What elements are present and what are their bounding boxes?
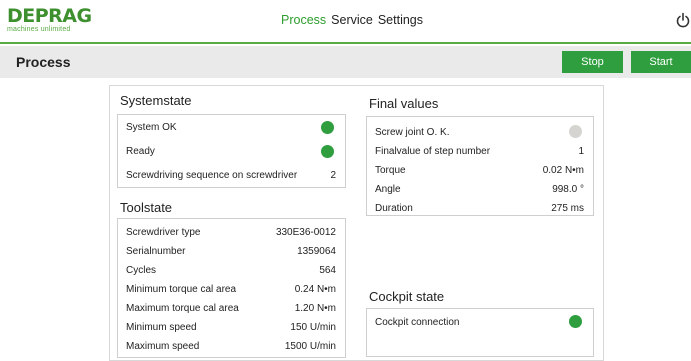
ready-status-led (321, 145, 334, 158)
final-values-row-value: 0.02 N•m (542, 165, 584, 176)
final-values-row-label: Duration (375, 203, 413, 214)
title-bar: Process Stop Start (0, 46, 691, 78)
toolstate-row-value: 330E36-0012 (275, 227, 336, 238)
logo-wordmark: DEPRAG (7, 5, 92, 27)
toolstate-box: Screwdriver type 330E36-0012 Serialnumbe… (117, 218, 346, 358)
toolstate-row-value: 0.24 N•m (294, 284, 336, 295)
stop-button[interactable]: Stop (562, 51, 623, 73)
toolstate-row-value: 1500 U/min (284, 341, 336, 352)
toolstate-row-label: Cycles (126, 265, 157, 276)
final-values-row-label: Angle (375, 184, 401, 195)
systemstate-title: Systemstate (120, 93, 192, 108)
toolstate-row-label: Maximum speed (126, 341, 200, 352)
toolstate-row-value: 564 (319, 265, 336, 276)
nav-process[interactable]: Process (281, 13, 326, 27)
systemstate-box: System OK Ready Screwdriving sequence on… (117, 114, 346, 188)
final-values-row-label: Torque (375, 165, 406, 176)
ready-label: Ready (126, 146, 155, 157)
power-icon[interactable] (676, 12, 690, 28)
toolstate-row-value: 1.20 N•m (294, 303, 336, 314)
final-values-row-value: 998.0 ° (552, 184, 584, 195)
final-values-title: Final values (369, 96, 439, 111)
cockpit-state-title: Cockpit state (369, 289, 445, 304)
cockpit-state-box: Cockpit connection (366, 308, 594, 357)
sequence-value: 2 (330, 170, 336, 181)
start-button[interactable]: Start (631, 51, 691, 73)
top-bar: DEPRAG machines unlimited Process Servic… (0, 0, 691, 44)
toolstate-row-label: Serialnumber (126, 246, 186, 257)
toolstate-row-label: Minimum speed (126, 322, 197, 333)
toolstate-row-label: Screwdriver type (126, 227, 201, 238)
final-values-row-label: Finalvalue of step number (375, 146, 491, 157)
toolstate-row-label: Maximum torque cal area (126, 303, 239, 314)
cockpit-connection-status-led (569, 315, 582, 328)
screw-joint-label: Screw joint O. K. (375, 127, 450, 138)
final-values-row-value: 1 (578, 146, 584, 157)
toolstate-row-value: 1359064 (297, 246, 336, 257)
final-values-row-value: 275 ms (551, 203, 584, 214)
system-ok-status-led (321, 121, 334, 134)
main-nav: Process Service Settings (281, 13, 423, 27)
system-ok-label: System OK (126, 122, 177, 133)
toolstate-row-label: Minimum torque cal area (126, 284, 237, 295)
nav-service[interactable]: Service (331, 13, 373, 27)
nav-settings[interactable]: Settings (378, 13, 423, 27)
sequence-label: Screwdriving sequence on screwdriver (126, 170, 298, 181)
deprag-logo: DEPRAG machines unlimited (7, 7, 92, 34)
toolstate-title: Toolstate (120, 200, 173, 215)
final-values-box: Screw joint O. K. Finalvalue of step num… (366, 116, 594, 216)
page-title: Process (16, 54, 71, 70)
toolstate-row-value: 150 U/min (290, 322, 336, 333)
cockpit-connection-label: Cockpit connection (375, 317, 460, 328)
screw-joint-status-led (569, 125, 582, 138)
logo-tagline: machines unlimited (7, 26, 71, 33)
process-card: Systemstate System OK Ready Screwdriving… (109, 85, 604, 361)
